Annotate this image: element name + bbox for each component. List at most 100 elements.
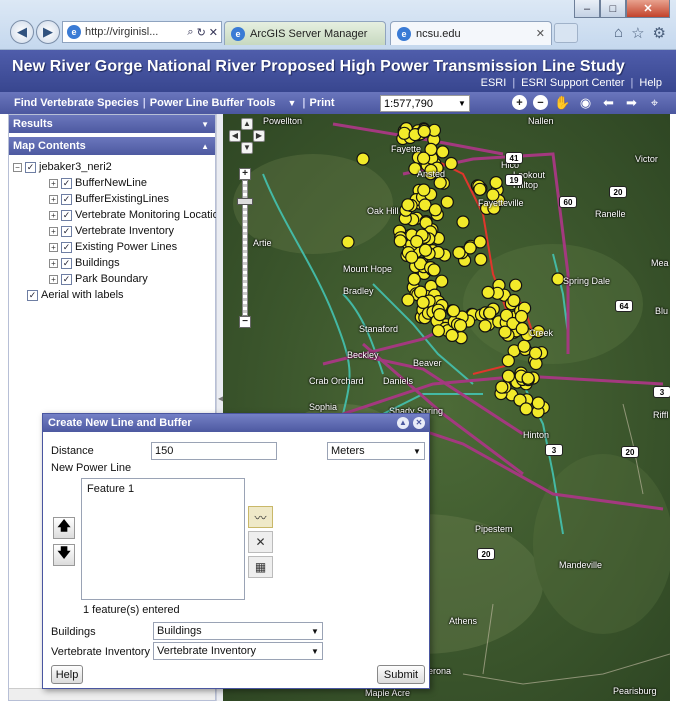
vertebrate-marker[interactable]	[507, 293, 521, 308]
list-item[interactable]: Feature 1	[87, 483, 239, 495]
layer-checkbox[interactable]: ✓	[61, 193, 72, 205]
layer-checkbox[interactable]: ✓	[61, 257, 72, 269]
esri-support-link[interactable]: ESRI Support Center	[521, 77, 624, 89]
collapse-icon[interactable]: −	[13, 162, 22, 172]
vertebrate-marker[interactable]	[416, 295, 430, 309]
favorites-icon[interactable]: ☆	[631, 24, 644, 42]
zoom-thumb[interactable]	[237, 198, 253, 205]
layer-checkbox[interactable]: ✓	[61, 177, 72, 189]
tab-arcgis-server-manager[interactable]: e ArcGIS Server Manager	[224, 21, 386, 45]
vertebrate-marker[interactable]	[407, 272, 421, 286]
close-window-button[interactable]: ✕	[626, 0, 670, 18]
expand-icon[interactable]: +	[49, 274, 58, 284]
move-down-arrow-icon[interactable]: 🡇	[53, 544, 75, 566]
unit-select[interactable]: Meters ▼	[327, 442, 425, 460]
vertebrate-marker[interactable]	[521, 371, 535, 385]
vertebrate-marker[interactable]	[489, 175, 503, 190]
vertebrate-marker[interactable]	[417, 183, 431, 197]
zoom-out-icon[interactable]: −	[533, 95, 548, 110]
zoom-slider[interactable]: + −	[237, 168, 253, 328]
help-button[interactable]: Help	[51, 665, 83, 684]
minimize-button[interactable]: –	[574, 0, 600, 18]
chevron-up-icon[interactable]: ▲	[201, 142, 209, 151]
print-button[interactable]: Print	[306, 97, 339, 109]
vertebrate-marker[interactable]	[444, 156, 458, 171]
previous-extent-icon[interactable]: ⬅	[600, 93, 617, 112]
vertebrate-marker[interactable]	[410, 234, 424, 249]
address-bar[interactable]: e http://virginisl... ⌕ ↻ ✕	[62, 21, 222, 43]
zoom-in-icon[interactable]: +	[512, 95, 527, 110]
vertebrate-marker[interactable]	[481, 285, 495, 299]
move-up-arrow-icon[interactable]: 🡅	[53, 517, 75, 539]
stop-icon[interactable]: ✕	[209, 26, 218, 39]
buildings-select[interactable]: Buildings ▼	[153, 622, 323, 640]
find-vertebrate-menu[interactable]: Find Vertebrate Species	[0, 97, 143, 109]
search-icon[interactable]: ⌕	[187, 26, 193, 39]
map-contents-header[interactable]: Map Contents ▲	[9, 137, 215, 155]
draw-line-icon[interactable]: 〰	[248, 506, 273, 528]
vertebrate-marker[interactable]	[446, 304, 461, 318]
vertebrate-marker[interactable]	[495, 380, 509, 394]
vertebrate-marker[interactable]	[478, 319, 492, 333]
layer-checkbox[interactable]: ✓	[25, 161, 36, 173]
vertebrate-marker[interactable]	[393, 234, 407, 248]
expand-icon[interactable]: +	[49, 210, 58, 220]
vertebrate-marker[interactable]	[431, 324, 445, 338]
refresh-icon[interactable]: ↻	[197, 26, 206, 39]
vertebrate-marker[interactable]	[456, 215, 470, 229]
results-header[interactable]: Results ▼	[9, 115, 215, 133]
delete-feature-icon[interactable]: ✕	[248, 531, 273, 553]
pan-east-icon[interactable]: ▶	[253, 130, 265, 142]
vertebrate-marker[interactable]	[440, 195, 454, 209]
vertebrate-marker[interactable]	[405, 250, 419, 264]
zoom-in-icon[interactable]: +	[239, 168, 251, 180]
vertebrate-marker[interactable]	[427, 263, 441, 277]
gear-icon[interactable]: ⚙	[653, 24, 666, 42]
vertebrate-marker[interactable]	[428, 203, 442, 217]
help-link[interactable]: Help	[639, 77, 662, 89]
full-extent-globe-icon[interactable]: ◉	[577, 93, 594, 112]
expand-icon[interactable]: +	[49, 258, 58, 268]
vertebrate-marker[interactable]	[356, 152, 370, 166]
pan-north-icon[interactable]: ▲	[241, 118, 253, 130]
home-icon[interactable]: ⌂	[614, 24, 623, 42]
maximize-button[interactable]: □	[600, 0, 626, 18]
new-tab-button[interactable]	[554, 23, 578, 43]
table-icon[interactable]: ▦	[248, 556, 273, 578]
layer-checkbox[interactable]: ✓	[61, 225, 72, 237]
power-line-buffer-menu[interactable]: Power Line Buffer Tools	[146, 97, 280, 109]
zoom-out-icon[interactable]: −	[239, 316, 251, 328]
xy-identify-icon[interactable]: ⌖	[646, 93, 663, 112]
expand-icon[interactable]: +	[49, 194, 58, 204]
forward-icon[interactable]: ▶	[36, 20, 60, 44]
vertebrate-marker[interactable]	[433, 308, 447, 322]
expand-icon[interactable]: +	[49, 242, 58, 252]
horizontal-scrollbar[interactable]	[9, 688, 215, 700]
vertebrate-marker[interactable]	[341, 235, 355, 249]
layer-checkbox[interactable]: ✓	[61, 273, 72, 285]
scale-select[interactable]: 1:577,790 ▼	[380, 95, 470, 112]
expand-icon[interactable]: +	[49, 178, 58, 188]
vertebrate-marker[interactable]	[417, 124, 431, 138]
vertebrate-marker[interactable]	[483, 306, 497, 320]
vertebrate-marker[interactable]	[519, 402, 533, 416]
vertebrate-marker[interactable]	[435, 274, 449, 288]
vertebrate-marker[interactable]	[514, 309, 529, 324]
tab-ncsu[interactable]: e ncsu.edu ✕	[390, 21, 552, 45]
expand-icon[interactable]: +	[49, 226, 58, 236]
basemap-checkbox[interactable]: ✓	[27, 289, 38, 301]
vertebrate-marker[interactable]	[501, 369, 515, 383]
layer-checkbox[interactable]: ✓	[61, 241, 72, 253]
vertebrate-marker[interactable]	[509, 278, 523, 292]
vertebrate-marker[interactable]	[436, 145, 450, 159]
vertebrate-marker[interactable]	[501, 354, 515, 368]
vertebrate-marker[interactable]	[531, 396, 545, 410]
close-tab-icon[interactable]: ✕	[536, 27, 545, 40]
vertebrate-marker[interactable]	[452, 246, 466, 260]
pan-west-icon[interactable]: ◀	[229, 130, 241, 142]
vertebrate-marker[interactable]	[445, 328, 459, 342]
pan-hand-icon[interactable]: ✋	[554, 93, 571, 112]
dialog-header[interactable]: Create New Line and Buffer ▲ ✕	[43, 414, 429, 432]
vertebrate-select[interactable]: Vertebrate Inventory ▼	[153, 642, 323, 660]
submit-button[interactable]: Submit	[377, 665, 425, 684]
